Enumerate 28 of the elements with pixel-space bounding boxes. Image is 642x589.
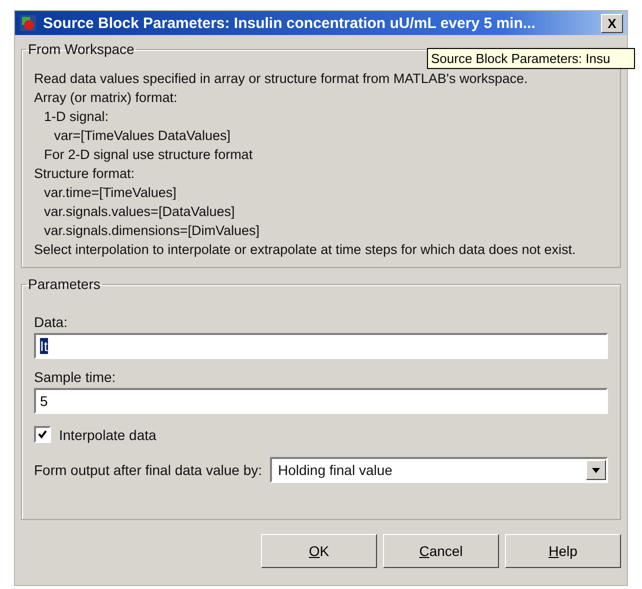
description-line: Select interpolation to interpolate or extrapolate at time steps for which data does not exist. <box>34 241 577 259</box>
description-line: Read data values specified in array or structure format from MATLAB's workspace. <box>34 70 529 88</box>
block-icon <box>19 14 37 32</box>
checkbox[interactable] <box>34 426 51 443</box>
close-button[interactable]: X <box>601 14 623 32</box>
description-line: Structure format: <box>34 165 136 183</box>
check-icon <box>38 430 47 439</box>
description-line: var.signals.dimensions=[DimValues] <box>43 222 260 240</box>
checkbox-label: Interpolate data <box>59 426 156 442</box>
description-line: Array (or matrix) format: <box>34 89 178 107</box>
group-title: From Workspace <box>27 41 136 57</box>
dialog-button[interactable]: Help <box>505 534 621 568</box>
dialog-button[interactable]: OK <box>261 534 377 568</box>
dropdown[interactable]: Holding final value <box>270 457 608 483</box>
input-field[interactable]: 5 <box>34 388 608 414</box>
field-label: Data: <box>34 314 68 330</box>
description-line: var=[TimeValues DataValues] <box>53 127 232 145</box>
dialog-button[interactable]: Cancel <box>383 534 499 568</box>
description-line: var.signals.values=[DataValues] <box>43 203 236 221</box>
tooltip: Source Block Parameters: Insu <box>427 48 635 69</box>
field-label: Sample time: <box>34 369 117 385</box>
window-title: Source Block Parameters: Insulin concentration uU/mL every 5 min... <box>43 14 536 32</box>
description-line: 1-D signal: <box>43 108 110 126</box>
description-line: For 2-D signal use structure format <box>43 146 254 164</box>
dropdown-label: Form output after final data value by: <box>34 462 262 478</box>
group-title: Parameters <box>27 276 102 292</box>
input-field[interactable]: It <box>34 333 608 359</box>
description-line: var.time=[TimeValues] <box>43 184 178 202</box>
